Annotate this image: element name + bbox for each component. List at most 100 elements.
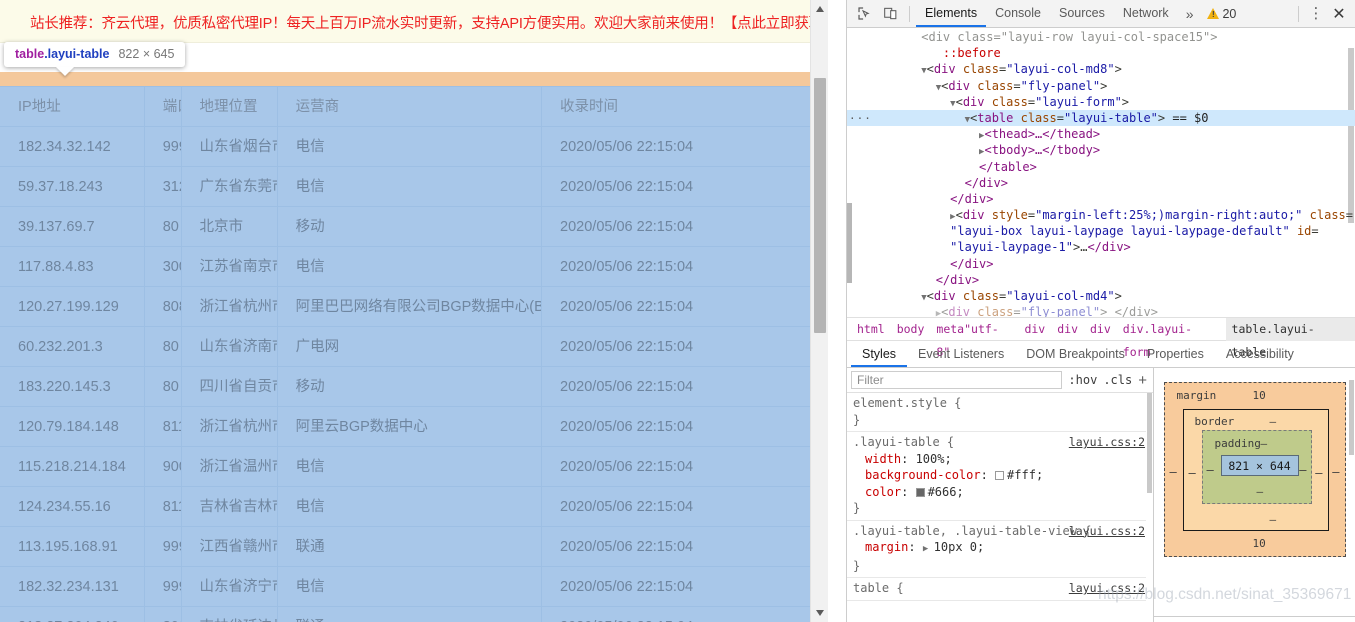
- box-border-right-value[interactable]: –: [1315, 466, 1322, 480]
- box-padding-top-value[interactable]: –: [1261, 437, 1268, 450]
- box-border-left-value[interactable]: –: [1189, 466, 1196, 480]
- close-icon[interactable]: ✕: [1327, 4, 1351, 24]
- box-padding-label: padding: [1214, 437, 1261, 450]
- cell-time: 2020/05/06 22:15:04: [541, 606, 822, 622]
- scroll-down-arrow-icon[interactable]: [811, 604, 829, 622]
- dom-tree-line[interactable]: ▶<div style="margin-left:25%;)margin-rig…: [847, 207, 1355, 223]
- box-padding-region: padding – – – – 821 × 644: [1201, 430, 1312, 504]
- breadcrumb-item[interactable]: meta"utf-8": [930, 318, 1018, 359]
- dom-tree-line[interactable]: ::before: [847, 45, 1355, 61]
- css-selector[interactable]: .layui-table, .layui-table-view {: [853, 524, 1091, 538]
- color-swatch[interactable]: [995, 471, 1005, 480]
- page-vertical-scrollbar[interactable]: [810, 0, 828, 622]
- table-body: 182.34.32.1429999山东省烟台市电信2020/05/06 22:1…: [0, 126, 822, 622]
- css-selector[interactable]: .layui-table {: [853, 435, 954, 449]
- css-property-value[interactable]: #fff;: [1007, 468, 1043, 482]
- proxy-table-container: IP地址 端口 地理位置 运营商 收录时间 182.34.32.1429999山…: [0, 86, 828, 622]
- css-source-link[interactable]: layui.css:2: [1069, 523, 1145, 540]
- dom-tree-line[interactable]: ▶<tbody>…</tbody>: [847, 142, 1355, 158]
- breadcrumb-item[interactable]: div.layui-form: [1117, 318, 1226, 359]
- cell-isp: 广电网: [276, 326, 542, 367]
- breadcrumb-item[interactable]: div: [1084, 318, 1117, 341]
- breadcrumb-item[interactable]: div: [1051, 318, 1084, 341]
- box-margin-right-value[interactable]: –: [1332, 465, 1339, 479]
- dom-tree-line[interactable]: </table>: [847, 159, 1355, 175]
- tab-elements[interactable]: Elements: [916, 0, 987, 27]
- scroll-up-arrow-icon[interactable]: [811, 0, 829, 18]
- breadcrumb-item[interactable]: table.layui-table: [1225, 317, 1355, 359]
- property-disclosure-icon[interactable]: ▶: [923, 544, 934, 554]
- cell-isp: 电信: [276, 446, 542, 487]
- dom-tree-line[interactable]: ▼<div class="layui-col-md4">: [847, 288, 1355, 304]
- css-selector[interactable]: element.style {: [853, 396, 961, 410]
- subtab-event-listeners[interactable]: Event Listeners: [907, 341, 1015, 367]
- device-toolbar-icon[interactable]: [877, 2, 903, 26]
- box-content-size[interactable]: 821 × 644: [1220, 455, 1299, 476]
- breadcrumb-item[interactable]: body: [891, 318, 931, 341]
- toolbar-divider-2: [1298, 5, 1299, 22]
- banner-text[interactable]: 站长推荐：齐云代理，优质私密代理IP！每天上百万IP流水实时更新，支持API方便…: [30, 12, 837, 33]
- dom-tree-line[interactable]: ▶<div class="fly-panel"> </div>: [847, 304, 1355, 317]
- breadcrumb-item[interactable]: div: [1018, 318, 1051, 341]
- tab-console[interactable]: Console: [986, 0, 1050, 27]
- css-source-link[interactable]: layui.css:2: [1069, 434, 1145, 451]
- dom-tree-line[interactable]: ▼<div class="layui-col-md8">: [847, 61, 1355, 77]
- box-padding-bottom-value[interactable]: –: [1257, 485, 1264, 498]
- dom-tree-line[interactable]: </div>: [847, 272, 1355, 288]
- css-property-name[interactable]: width: [853, 452, 901, 466]
- cell-port: 8118: [143, 406, 182, 447]
- box-margin-left-value[interactable]: –: [1170, 465, 1177, 479]
- dom-tree-line[interactable]: </div>: [847, 191, 1355, 207]
- css-property-name[interactable]: margin: [853, 540, 908, 554]
- devtools-pane: Elements Console Sources Network » 20 ⋮ …: [846, 0, 1355, 622]
- box-border-bottom-value[interactable]: –: [1270, 513, 1277, 526]
- more-tabs-icon[interactable]: »: [1178, 6, 1202, 22]
- css-property-name[interactable]: background-color: [853, 468, 981, 482]
- subtab-dom-breakpoints[interactable]: DOM Breakpoints: [1015, 341, 1136, 367]
- css-property-value[interactable]: 100%;: [916, 452, 952, 466]
- box-padding-left-value[interactable]: –: [1207, 463, 1214, 477]
- styles-scrollbar[interactable]: [1146, 393, 1153, 622]
- dom-tree-line[interactable]: <div class="layui-row layui-col-space15"…: [847, 29, 1355, 45]
- dom-tree-line[interactable]: ▼<div class="layui-form">: [847, 94, 1355, 110]
- styles-filter-input[interactable]: [851, 371, 1063, 389]
- cls-toggle[interactable]: .cls: [1103, 373, 1132, 387]
- css-rule[interactable]: element.style {}: [847, 393, 1153, 432]
- css-rule[interactable]: .layui-table, .layui-table-view {layui.c…: [847, 521, 1153, 578]
- dom-tree-line[interactable]: </div>: [847, 175, 1355, 191]
- scrollbar-thumb[interactable]: [814, 78, 826, 333]
- box-margin-bottom-value[interactable]: 10: [1253, 537, 1266, 550]
- subtab-styles[interactable]: Styles: [851, 341, 908, 367]
- subtab-accessibility[interactable]: Accessibility: [1215, 341, 1305, 367]
- computed-scrollbar[interactable]: [1349, 380, 1354, 455]
- css-property-name[interactable]: color: [853, 485, 901, 499]
- css-selector[interactable]: table {: [853, 581, 904, 595]
- breadcrumb-item[interactable]: html: [851, 318, 891, 341]
- css-property-value[interactable]: #666;: [928, 485, 964, 499]
- dom-tree-line[interactable]: ▼<table class="layui-table"> == $0 ···: [847, 109, 1355, 127]
- dom-line-expand-dots[interactable]: ···: [849, 111, 872, 127]
- subtab-properties[interactable]: Properties: [1136, 341, 1215, 367]
- hov-toggle[interactable]: :hov: [1068, 373, 1097, 387]
- dom-tree-panel[interactable]: <div class="layui-row layui-col-space15"…: [847, 28, 1355, 318]
- css-rule[interactable]: .layui-table {layui.css:2 width: 100%; bac…: [847, 432, 1153, 521]
- tab-sources[interactable]: Sources: [1050, 0, 1114, 27]
- kebab-menu-icon[interactable]: ⋮: [1305, 6, 1327, 21]
- table-row: 117.88.4.833000江苏省南京市电信2020/05/06 22:15:…: [0, 246, 822, 287]
- dom-tree-line[interactable]: "layui-laypage-1">…</div>: [847, 239, 1355, 255]
- css-rule[interactable]: table { layui.css:2: [847, 578, 1153, 601]
- box-border-top-value[interactable]: –: [1270, 415, 1277, 428]
- dom-tree-line[interactable]: "layui-box layui-laypage layui-laypage-d…: [847, 223, 1355, 239]
- tab-network[interactable]: Network: [1114, 0, 1178, 27]
- warning-count-badge[interactable]: 20: [1201, 7, 1242, 21]
- dom-tree-line[interactable]: ▶<thead>…</thead>: [847, 126, 1355, 142]
- css-source-link[interactable]: layui.css:2: [1069, 580, 1145, 597]
- css-property-value[interactable]: 10px 0;: [934, 540, 985, 554]
- inspect-element-icon[interactable]: [851, 2, 877, 26]
- new-style-rule-button[interactable]: +: [1138, 372, 1149, 389]
- color-swatch[interactable]: [915, 487, 925, 497]
- dom-tree-line[interactable]: ▼<div class="fly-panel">: [847, 78, 1355, 94]
- dom-tree-line[interactable]: </div>: [847, 256, 1355, 272]
- box-margin-top-value[interactable]: 10: [1253, 389, 1266, 402]
- box-padding-right-value[interactable]: –: [1299, 463, 1306, 477]
